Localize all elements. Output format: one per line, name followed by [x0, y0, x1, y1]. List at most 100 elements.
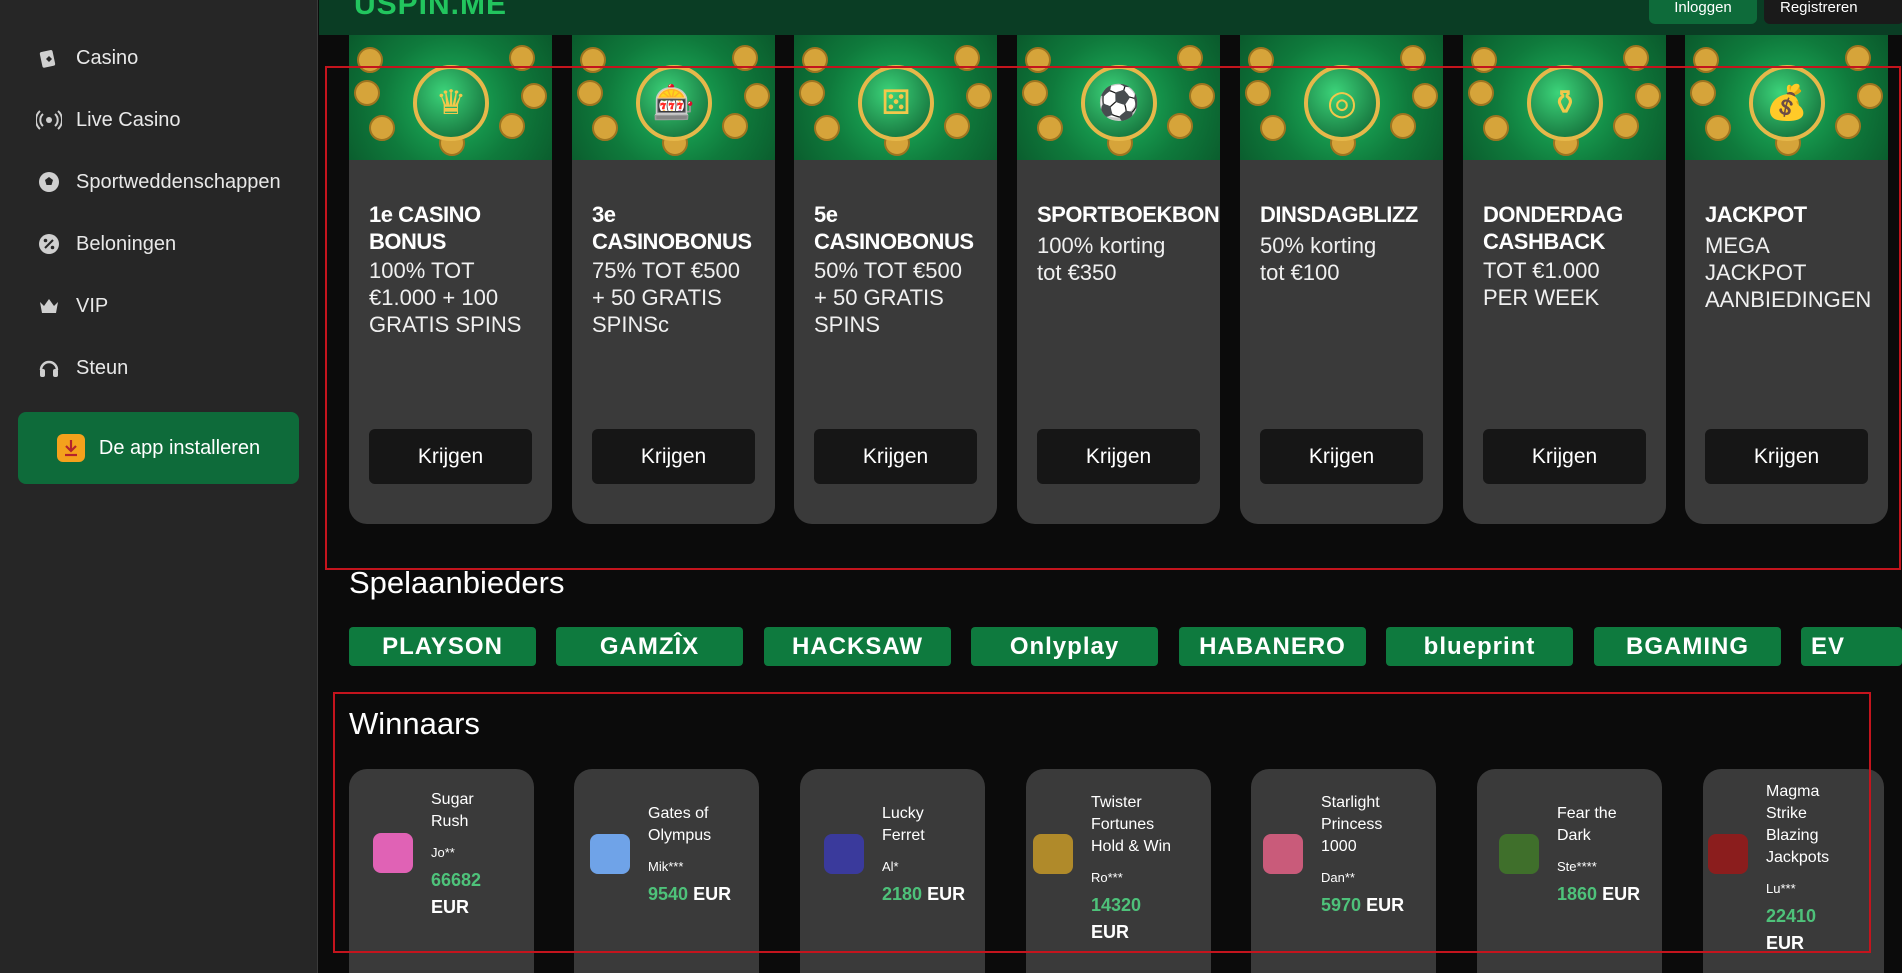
sidebar-item-casino[interactable]: Casino — [36, 43, 138, 73]
winner-username: Ste**** — [1557, 859, 1597, 874]
winner-card[interactable]: Fear the Dark Ste**** 1860 EUR — [1477, 769, 1662, 973]
bonus-card: ⚽ SPORTBOEKBONUS 100% korting tot €350 Krij… — [1017, 35, 1220, 524]
sidebar-item-label: Sportweddenschappen — [76, 170, 281, 193]
winner-amount: 22410 EUR — [1766, 903, 1856, 957]
winner-amount: 1860 EUR — [1557, 881, 1647, 908]
sidebar: Casino Live Casino Sportweddenschappen B… — [0, 0, 318, 973]
bonus-title: 3e CASINOBONUS — [592, 202, 752, 254]
bonus-title: 5e CASINOBONUS — [814, 202, 974, 254]
winners-title: Winnaars — [349, 706, 480, 741]
winner-amount: 5970 EUR — [1321, 892, 1411, 919]
winner-game-name: Fear the Dark — [1557, 805, 1617, 844]
bonus-description: 75% TOT €500 + 50 GRATIS SPINSc — [592, 258, 740, 337]
winner-username: Mik*** — [648, 859, 684, 874]
slot-machine-image: 🎰 — [572, 35, 775, 160]
crown-icon — [36, 293, 62, 319]
winner-username: Ro*** — [1091, 870, 1123, 885]
claim-bonus-button[interactable]: Krijgen — [814, 429, 977, 484]
winner-amount-value: 2180 — [882, 884, 923, 904]
winner-amount-value: 22410 — [1766, 906, 1817, 926]
claim-bonus-button[interactable]: Krijgen — [592, 429, 755, 484]
live-broadcast-icon — [36, 107, 62, 133]
winner-game-name: Lucky Ferret — [882, 805, 925, 844]
crown-chip-image: ♛ — [349, 35, 552, 160]
winner-card[interactable]: Gates of Olympus Mik*** 9540 EUR — [574, 769, 759, 973]
game-thumbnail — [824, 833, 864, 874]
headset-icon — [36, 355, 62, 381]
winner-card[interactable]: Starlight Princess 1000 Dan** 5970 EUR — [1251, 769, 1436, 973]
claim-bonus-button[interactable]: Krijgen — [369, 429, 532, 484]
game-thumbnail — [373, 833, 413, 873]
claim-bonus-button[interactable]: Krijgen — [1483, 429, 1646, 484]
provider-logo[interactable]: PLAYSON — [349, 627, 536, 666]
register-button[interactable]: Registreren — [1764, 0, 1902, 24]
percent-badge-icon — [36, 231, 62, 257]
winner-card[interactable]: Lucky Ferret Al* 2180 EUR — [800, 769, 985, 973]
winner-amount: 66682 EUR — [431, 867, 491, 921]
provider-logo[interactable]: Onlyplay — [971, 627, 1158, 666]
bonus-description: 100% korting tot €350 — [1037, 233, 1166, 285]
bonus-title: 1e CASINO BONUS — [369, 202, 481, 254]
winner-currency: EUR — [693, 884, 732, 904]
winner-currency: EUR — [431, 897, 470, 917]
winner-username: Al* — [882, 859, 899, 874]
provider-logo[interactable]: blueprint — [1386, 627, 1573, 666]
bonus-description: 100% TOT €1.000 + 100 GRATIS SPINS — [369, 258, 522, 337]
claim-bonus-button[interactable]: Krijgen — [1260, 429, 1423, 484]
winner-amount-value: 5970 — [1321, 895, 1362, 915]
sidebar-item-label: Beloningen — [76, 232, 177, 255]
provider-logo[interactable]: GAMZÎX — [556, 627, 743, 666]
game-thumbnail — [1499, 833, 1539, 874]
winner-currency: EUR — [1366, 895, 1405, 915]
game-thumbnail — [1033, 833, 1073, 874]
soccer-ball-icon — [36, 169, 62, 195]
winner-currency: EUR — [927, 884, 966, 904]
bonus-description: TOT €1.000 PER WEEK — [1483, 258, 1600, 310]
bonus-card: ⚄ 5e CASINOBONUS 50% TOT €500 + 50 GRATIS … — [794, 35, 997, 524]
winner-card[interactable]: Sugar Rush Jo** 66682 EUR — [349, 769, 534, 973]
bonus-card: ◎ DINSDAGBLIZZ 50% korting tot €100 Krijgen — [1240, 35, 1443, 524]
winner-game-name: Gates of Olympus — [648, 805, 712, 844]
bonus-description: 50% TOT €500 + 50 GRATIS SPINS — [814, 258, 962, 337]
sidebar-item-label: VIP — [76, 294, 109, 317]
site-logo[interactable]: USPIN.ME — [354, 0, 507, 22]
winner-currency: EUR — [1091, 922, 1130, 942]
winner-card[interactable]: Magma Strike Blazing Jackpots Lu*** 22410 … — [1703, 769, 1884, 973]
winner-game-name: Magma Strike Blazing Jackpots — [1766, 783, 1830, 866]
winner-amount: 2180 EUR — [882, 881, 972, 908]
winner-game-name: Starlight Princess 1000 — [1321, 794, 1383, 855]
provider-logo[interactable]: HACKSAW — [764, 627, 951, 666]
winner-username: Lu*** — [1766, 881, 1796, 896]
login-button[interactable]: Inloggen — [1649, 0, 1757, 24]
winner-currency: EUR — [1766, 933, 1805, 953]
provider-logo[interactable]: EV — [1801, 627, 1902, 666]
winner-game-name: Twister Fortunes Hold & Win — [1091, 794, 1172, 855]
pot-of-gold-image: ⚱ — [1463, 35, 1666, 160]
sidebar-item-label: Casino — [76, 46, 139, 69]
winner-amount-value: 66682 — [431, 870, 482, 890]
winner-amount: 9540 EUR — [648, 881, 738, 908]
golden-slot-image: 💰 — [1685, 35, 1888, 160]
soccer-ball-image: ⚽ — [1017, 35, 1220, 160]
sidebar-item-support[interactable]: Steun — [36, 353, 128, 383]
install-app-button[interactable]: De app installeren — [18, 412, 299, 484]
install-app-label: De app installeren — [98, 436, 261, 459]
provider-logo[interactable]: HABANERO — [1179, 627, 1366, 666]
bonus-card: ♛ 1e CASINO BONUS 100% TOT €1.000 + 100 GR… — [349, 35, 552, 524]
winner-game-name: Sugar Rush — [431, 791, 474, 830]
winner-amount-value: 1860 — [1557, 884, 1598, 904]
sidebar-item-live-casino[interactable]: Live Casino — [36, 105, 181, 135]
claim-bonus-button[interactable]: Krijgen — [1705, 429, 1868, 484]
bonus-description: MEGA JACKPOT AANBIEDINGEN — [1705, 233, 1872, 312]
sidebar-item-vip[interactable]: VIP — [36, 291, 108, 321]
claim-bonus-button[interactable]: Krijgen — [1037, 429, 1200, 484]
bonus-title: JACKPOT — [1705, 202, 1807, 227]
sidebar-item-label: Live Casino — [76, 108, 181, 131]
dice-image: ⚄ — [794, 35, 997, 160]
sidebar-item-rewards[interactable]: Beloningen — [36, 229, 176, 259]
winner-card[interactable]: Twister Fortunes Hold & Win Ro*** 14320 EU… — [1026, 769, 1211, 973]
bonus-title: SPORTBOEKBONUS — [1037, 202, 1220, 227]
sidebar-item-sports[interactable]: Sportweddenschappen — [36, 167, 281, 197]
roulette-image: ◎ — [1240, 35, 1443, 160]
provider-logo[interactable]: BGAMING — [1594, 627, 1781, 666]
